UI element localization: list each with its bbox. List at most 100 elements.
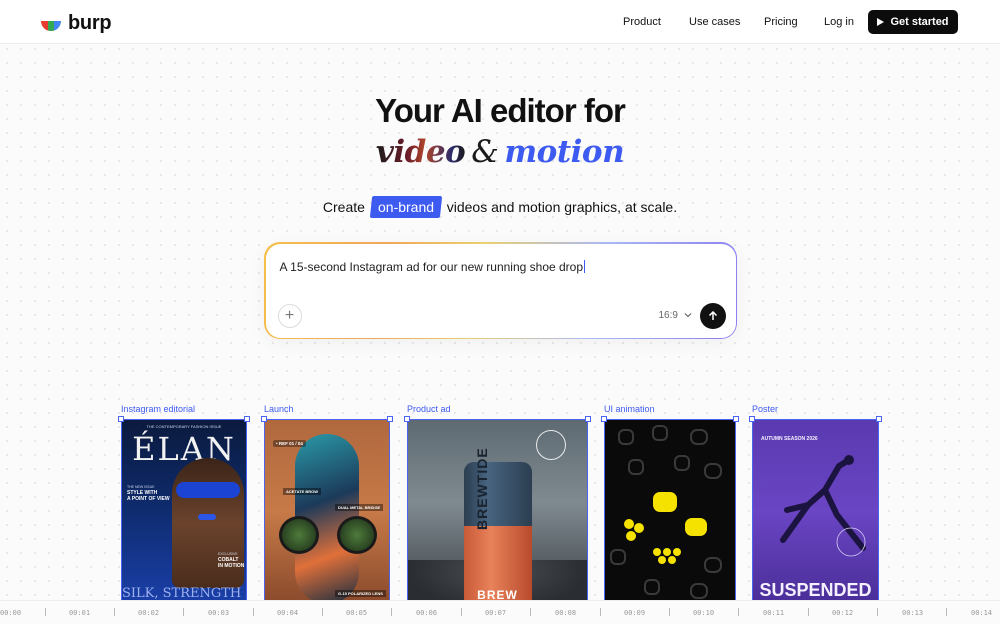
timeline-tick: 00:04: [277, 609, 299, 617]
timeline-tick: 00:01: [69, 609, 91, 617]
hero-subtitle: video & motion: [0, 134, 1000, 170]
selection-handle[interactable]: [733, 416, 739, 422]
nav-link-product[interactable]: Product: [623, 16, 661, 28]
nav-link-use-cases[interactable]: Use cases: [689, 16, 740, 28]
text-caret: [584, 259, 586, 273]
chevron-down-icon: [684, 312, 692, 317]
send-button[interactable]: [699, 302, 726, 329]
tick-mark: [114, 608, 115, 616]
nav-link-login[interactable]: Log in: [824, 16, 854, 28]
timeline-tick: 00:08: [555, 609, 577, 617]
sunglasses-right-lens: [337, 516, 377, 554]
card-ui-animation[interactable]: [604, 419, 736, 604]
tick-mark: [461, 608, 462, 616]
launch-tag-bridge: DUAL METAL BRIDGE: [335, 504, 384, 511]
launch-tag-lens: G-15 POLARIZED LENS: [335, 590, 386, 597]
launch-tag-brow: ACETATE BROW: [283, 488, 322, 495]
prompt-value: A 15-second Instagram ad for our new run…: [279, 259, 584, 274]
card-label-poster: Poster: [752, 404, 779, 414]
blue-lips: [198, 514, 216, 520]
editorial-kicker: THE CONTEMPORARY FASHION ISSUE: [146, 424, 222, 429]
card-instagram-editorial[interactable]: THE CONTEMPORARY FASHION ISSUE ÉLAN THE …: [121, 419, 247, 604]
editorial-title: ÉLAN: [132, 430, 236, 468]
editorial-line-1: THE NEW ISSUE: [127, 485, 155, 489]
play-icon: [877, 18, 885, 26]
hero-tagline: Create on-brand videos and motion graphi…: [0, 196, 1000, 218]
selection-handle[interactable]: [585, 416, 591, 422]
card-launch[interactable]: • REF 01 / 04 ACETATE BROW DUAL METAL BR…: [264, 419, 390, 604]
rainbow-logo-icon: [41, 20, 61, 31]
brand-logo[interactable]: burp: [41, 12, 112, 35]
aspect-ratio-select[interactable]: 16:9: [659, 310, 692, 321]
tick-mark: [530, 608, 531, 616]
timeline-tick: 00:00: [0, 609, 22, 617]
selection-handle[interactable]: [118, 416, 124, 422]
timeline-ruler[interactable]: 00:00 00:01 00:02 00:03 00:04 00:05 00:0…: [0, 600, 1000, 624]
add-attachment-button[interactable]: +: [277, 303, 302, 328]
prompt-box: A 15-second Instagram ad for our new run…: [264, 242, 737, 339]
tick-mark: [391, 608, 392, 616]
sunglasses-left-lens: [279, 516, 319, 554]
dancer-figure: [780, 455, 866, 557]
aspect-ratio-value: 16:9: [658, 309, 678, 321]
poster-footer: SUSPENDED: [759, 580, 872, 600]
hero-ampersand: &: [471, 134, 499, 170]
editorial-line-3: A POINT OF VIEW: [127, 496, 170, 502]
arrow-up-icon: [708, 310, 717, 320]
can-brand: BREWTIDE: [474, 447, 490, 530]
hero-word-motion: motion: [504, 134, 625, 170]
tick-mark: [183, 608, 184, 616]
card-label-launch: Launch: [264, 404, 294, 414]
animated-icon-grid: [610, 425, 722, 599]
timeline-tick: 00:09: [624, 609, 646, 617]
timeline-tick: 00:12: [832, 609, 854, 617]
tick-mark: [669, 608, 670, 616]
selection-handle[interactable]: [876, 416, 882, 422]
hero-word-video: video: [375, 134, 466, 170]
tick-mark: [253, 608, 254, 616]
timeline-tick: 00:14: [971, 609, 993, 617]
timeline-tick: 00:06: [416, 609, 438, 617]
plus-icon: +: [284, 306, 295, 324]
selection-handle[interactable]: [387, 416, 393, 422]
tick-mark: [45, 608, 46, 616]
card-label-product-ad: Product ad: [407, 404, 451, 414]
tick-mark: [877, 608, 878, 616]
timeline-tick: 00:07: [485, 609, 507, 617]
get-started-button[interactable]: Get started: [868, 10, 958, 34]
tagline-suffix: videos and motion graphics, at scale.: [446, 199, 678, 215]
on-brand-text: on-brand: [377, 199, 434, 215]
on-brand-highlight: on-brand: [369, 196, 443, 218]
selection-handle[interactable]: [261, 416, 267, 422]
timeline-tick: 00:03: [208, 609, 230, 617]
tick-mark: [322, 608, 323, 616]
timeline-tick: 00:13: [902, 609, 924, 617]
hero-title: Your AI editor for: [375, 92, 626, 129]
launch-tag-ref: • REF 01 / 04: [273, 440, 306, 447]
tagline-prefix: Create: [322, 199, 365, 215]
card-label-instagram-editorial: Instagram editorial: [121, 404, 196, 414]
timeline-tick: 00:10: [693, 609, 715, 617]
timeline-tick: 00:05: [346, 609, 368, 617]
prompt-input[interactable]: A 15-second Instagram ad for our new run…: [279, 259, 586, 274]
tick-mark: [600, 608, 601, 616]
card-label-ui-animation: UI animation: [604, 404, 655, 414]
nav-link-pricing[interactable]: Pricing: [764, 16, 798, 28]
tick-mark: [738, 608, 739, 616]
editorial-line-6: IN MOTION: [218, 563, 245, 569]
wave-badge-icon: [536, 430, 566, 460]
card-poster[interactable]: AUTUMN SEASON 2026 SUSPENDED: [752, 419, 879, 604]
selection-handle[interactable]: [244, 416, 250, 422]
selection-handle[interactable]: [749, 416, 755, 422]
tick-mark: [946, 608, 947, 616]
prompt-inner: A 15-second Instagram ad for our new run…: [265, 243, 736, 338]
timeline-tick: 00:11: [763, 609, 785, 617]
top-nav: burp Product Use cases Pricing Log in Ge…: [0, 0, 1000, 44]
editorial-footer: SILK, STRENGTH & STYLE: [122, 586, 246, 601]
tick-mark: [808, 608, 809, 616]
timeline-tick: 00:02: [138, 609, 160, 617]
selection-handle[interactable]: [404, 416, 410, 422]
selection-handle[interactable]: [601, 416, 607, 422]
card-product-ad[interactable]: BREWTIDE BREW: [407, 419, 588, 604]
blue-sunglasses: [176, 482, 240, 498]
